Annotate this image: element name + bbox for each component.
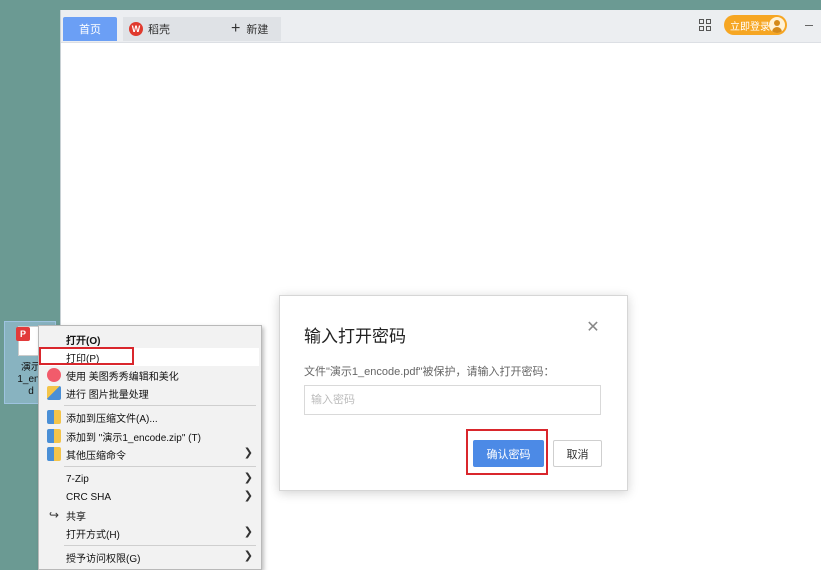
new-tab-label: 新建 (246, 24, 269, 36)
menu-item-label: 7-Zip (66, 473, 89, 485)
confirm-highlight-box (466, 429, 548, 475)
menu-item-label: CRC SHA (66, 491, 112, 503)
share-icon: ↪ (48, 508, 60, 522)
archive-icon (47, 429, 61, 443)
menu-item-label: 打开(O) (66, 335, 101, 347)
archive-icon (47, 447, 61, 461)
image-batch-icon (47, 386, 61, 400)
login-button[interactable]: 立即登录 (724, 15, 787, 35)
print-highlight-box (39, 347, 134, 365)
menu-separator (64, 545, 256, 546)
dialog-title: 输入打开密码 (304, 327, 406, 346)
chevron-right-icon: ❯ (243, 550, 253, 562)
menu-item-open[interactable]: 打开(O) (41, 330, 259, 348)
chevron-right-icon: ❯ (243, 472, 253, 484)
menu-item-7zip[interactable]: 7-Zip ❯ (41, 470, 259, 488)
dialog-message: 文件"演示1_encode.pdf"被保护，请输入打开密码： (304, 366, 555, 378)
menu-item-batch-image[interactable]: 进行 图片批量处理 (41, 384, 259, 402)
tab-bar: 首页 W 稻壳 + 新建 立即登录 (61, 10, 821, 43)
menu-item-label: 添加到压缩文件(A)... (66, 413, 158, 425)
menu-separator (64, 405, 256, 406)
menu-item-label: 其他压缩命令 (66, 450, 126, 462)
login-label: 立即登录 (730, 21, 770, 33)
menu-item-label: 进行 图片批量处理 (66, 389, 149, 401)
menu-item-label: 使用 美图秀秀编辑和美化 (66, 371, 179, 383)
minimize-icon[interactable] (805, 25, 813, 26)
menu-item-label: 打开方式(H) (66, 529, 120, 541)
new-tab-button[interactable]: + 新建 (231, 17, 268, 41)
menu-item-add-archive[interactable]: 添加到压缩文件(A)... (41, 408, 259, 426)
password-dialog: 输入打开密码 ✕ 文件"演示1_encode.pdf"被保护，请输入打开密码： … (279, 295, 628, 491)
menu-item-open-with[interactable]: 打开方式(H) ❯ (41, 524, 259, 542)
menu-separator (64, 466, 256, 467)
avatar-icon (769, 17, 785, 33)
menu-item-label: 共享 (66, 511, 86, 523)
daoke-logo-icon: W (129, 22, 143, 36)
chevron-right-icon: ❯ (243, 490, 253, 502)
menu-item-add-zip[interactable]: 添加到 "演示1_encode.zip" (T) (41, 427, 259, 445)
close-icon[interactable]: ✕ (586, 320, 600, 336)
menu-item-grant-access[interactable]: 授予访问权限(G) ❯ (41, 548, 259, 566)
menu-item-label: 添加到 "演示1_encode.zip" (T) (66, 432, 201, 444)
menu-item-crc-sha[interactable]: CRC SHA ❯ (41, 488, 259, 506)
menu-item-meitu[interactable]: 使用 美图秀秀编辑和美化 (41, 366, 259, 384)
menu-item-other-compress[interactable]: 其他压缩命令 ❯ (41, 445, 259, 463)
menu-item-share[interactable]: ↪ 共享 (41, 506, 259, 524)
pdf-badge: P (16, 327, 30, 341)
tab-home[interactable]: 首页 (63, 17, 117, 41)
tab-daoke-label: 稻壳 (148, 24, 170, 36)
chevron-right-icon: ❯ (243, 526, 253, 538)
apps-grid-icon[interactable] (699, 19, 711, 31)
archive-icon (47, 410, 61, 424)
menu-item-label: 授予访问权限(G) (66, 553, 141, 565)
password-input[interactable] (304, 385, 601, 415)
meitu-icon (47, 368, 61, 382)
chevron-right-icon: ❯ (243, 447, 253, 459)
plus-icon: + (231, 20, 241, 37)
cancel-button[interactable]: 取消 (553, 440, 602, 467)
